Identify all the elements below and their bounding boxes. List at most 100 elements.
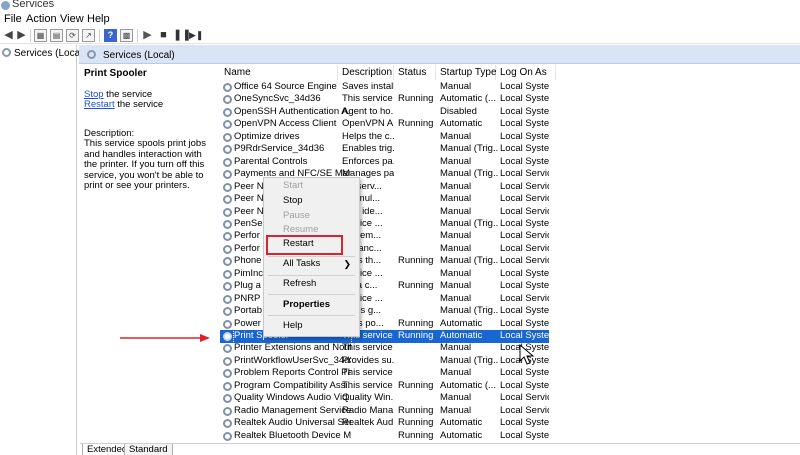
table-row[interactable]: Optimize drives Helps the c... Manual Local… [220,131,800,144]
service-log-on-as-cell: Local Service [500,180,549,192]
menu-action[interactable]: Action [26,13,57,25]
table-row[interactable]: OpenSSH Authentication A... Agent to ho..… [220,106,800,119]
service-log-on-as-cell: Local Syste... [500,155,549,167]
tree-item-services-local[interactable]: Services (Local) [2,48,86,61]
service-description-cell: Agent to ho... [342,105,394,117]
column-header-status[interactable]: Status [394,65,436,80]
service-status-cell: Running [398,317,434,329]
tab-standard[interactable]: Standard [124,444,173,455]
service-name-cell: Optimize drives [234,130,300,142]
context-menu-refresh[interactable]: Refresh [264,277,359,291]
forward-arrow-icon[interactable]: ▶ [15,29,28,42]
service-status-cell: Running [398,379,434,391]
context-menu-stop[interactable]: Stop [264,194,359,208]
table-row[interactable]: OpenVPN Access Client OpenVPN A... Running… [220,118,800,131]
table-row[interactable]: P9RdrService_34d36 Enables trig... Manual … [220,143,800,156]
view-tabs: Extended Standard [80,443,800,455]
gear-icon [223,381,232,391]
service-name-cell: Realtek Audio Universal Ser... [234,417,351,429]
service-startup-type-cell: Manual [440,130,472,142]
column-header-name[interactable]: Name [220,65,338,80]
table-row[interactable]: Realtek Bluetooth Device M... Running Auto… [220,430,800,443]
annotation-arrow [120,334,210,342]
play-icon[interactable]: ▶ [141,29,154,42]
column-header-log-on-as[interactable]: Log On As [496,65,556,80]
service-log-on-as-cell: Local Service [500,292,549,304]
service-description-cell: Quality Win... [342,392,394,404]
gear-icon [223,120,232,130]
column-header-description[interactable]: Description [338,65,394,80]
gear-icon [223,344,232,354]
service-name-cell: Problem Reports Control Pa... [234,367,351,379]
service-log-on-as-cell: Local Syste... [500,130,549,142]
service-log-on-as-cell: Local Syste... [500,367,549,379]
service-log-on-as-cell: Local Service [500,205,549,217]
service-name-cell: Printer Extensions and Notif... [234,342,351,354]
gear-icon [2,48,11,57]
table-row[interactable]: Radio Management ServiceRadio Mana... Run… [220,405,800,418]
title-bar: Services [0,0,800,12]
gear-icon [1,1,10,10]
service-startup-type-cell: Manual [440,193,472,205]
service-log-on-as-cell: Local Syste... [500,417,549,429]
service-startup-type-cell: Manual [440,392,472,404]
table-row[interactable]: Problem Reports Control Pa... This servic… [220,367,800,380]
back-arrow-icon[interactable]: ◀ [2,29,15,42]
show-hide-icon[interactable]: ▩ [120,29,133,42]
restart-service-link[interactable]: Restart [84,99,115,110]
gear-icon [223,132,232,142]
service-startup-type-cell: Manual [440,367,472,379]
service-log-on-as-cell: Local Syste... [500,93,549,105]
context-menu-all-tasks[interactable]: All Tasks ❯ [264,257,359,271]
stop-icon[interactable]: ■ [157,29,170,42]
table-row[interactable]: Parental Controls Enforces pa... Manual Loc… [220,156,800,169]
context-menu-help[interactable]: Help [264,319,359,333]
export-icon[interactable]: ↗ [82,29,95,42]
menu-bar: File Action View Help [0,12,800,26]
table-row[interactable]: Program Compatibility Assi... This servic… [220,380,800,393]
service-log-on-as-cell: Local Syste... [500,317,549,329]
column-header-startup-type[interactable]: Startup Type [436,65,497,80]
gear-icon [223,394,232,404]
gear-icon [223,319,232,329]
service-status-cell: Running [398,93,434,105]
service-startup-type-cell: Manual (Trig... [440,168,498,180]
table-row[interactable]: Office 64 Source Engine Saves install... M… [220,81,800,94]
pause-icon[interactable]: ❚❚ [173,29,191,42]
table-row[interactable]: Quality Windows Audio Vid... Quality Win.… [220,392,800,405]
restart-service-line: Restart the service [84,99,164,110]
service-status-cell: Running [398,280,434,292]
context-menu-properties[interactable]: Properties [264,298,359,312]
service-name-cell: Quality Windows Audio Vid... [234,392,351,404]
service-startup-type-cell: Manual [440,404,472,416]
console-tree-icon[interactable]: ▦ [34,29,47,42]
service-startup-type-cell: Manual (Trig... [440,354,498,366]
menu-view[interactable]: View [60,13,84,25]
table-row[interactable]: Printer Extensions and Notif... This serv… [220,342,800,355]
service-startup-type-cell: Manual [440,155,472,167]
service-description-cell: Helps the c... [342,130,394,142]
table-row[interactable]: Realtek Audio Universal Ser... Realtek Au… [220,417,800,430]
help-icon[interactable]: ? [104,29,117,42]
submenu-arrow-icon: ❯ [343,259,351,269]
service-status-cell: Running [398,429,434,441]
service-description-cell: Radio Mana... [342,404,394,416]
table-row[interactable]: OneSyncSvc_34d36 This service ... Running A… [220,93,800,106]
menu-file[interactable]: File [4,13,22,25]
table-row[interactable]: PrintWorkflowUserSvc_34d36 Provides su...… [220,355,800,368]
restart-icon[interactable]: ▶❚ [189,29,203,42]
service-name-cell: Office 64 Source Engine [234,81,337,92]
service-startup-type-cell: Manual (Trig... [440,217,498,229]
restart-highlight-box [266,235,343,255]
gear-icon [223,95,232,105]
properties-icon[interactable]: ▤ [50,29,63,42]
refresh-icon[interactable]: ⟳ [66,29,79,42]
gear-icon [223,431,232,441]
window-title: Services [12,0,55,10]
toolbar: ◀ ▶ ▦ ▤ ⟳ ↗ ? ▩ ▶ ■ ❚❚ ▶❚ [0,27,800,44]
service-log-on-as-cell: Local Syste... [500,217,549,229]
gear-icon [223,107,232,117]
panel-header: Services (Local) [79,45,800,64]
menu-help[interactable]: Help [87,13,110,25]
gear-icon [223,219,232,229]
